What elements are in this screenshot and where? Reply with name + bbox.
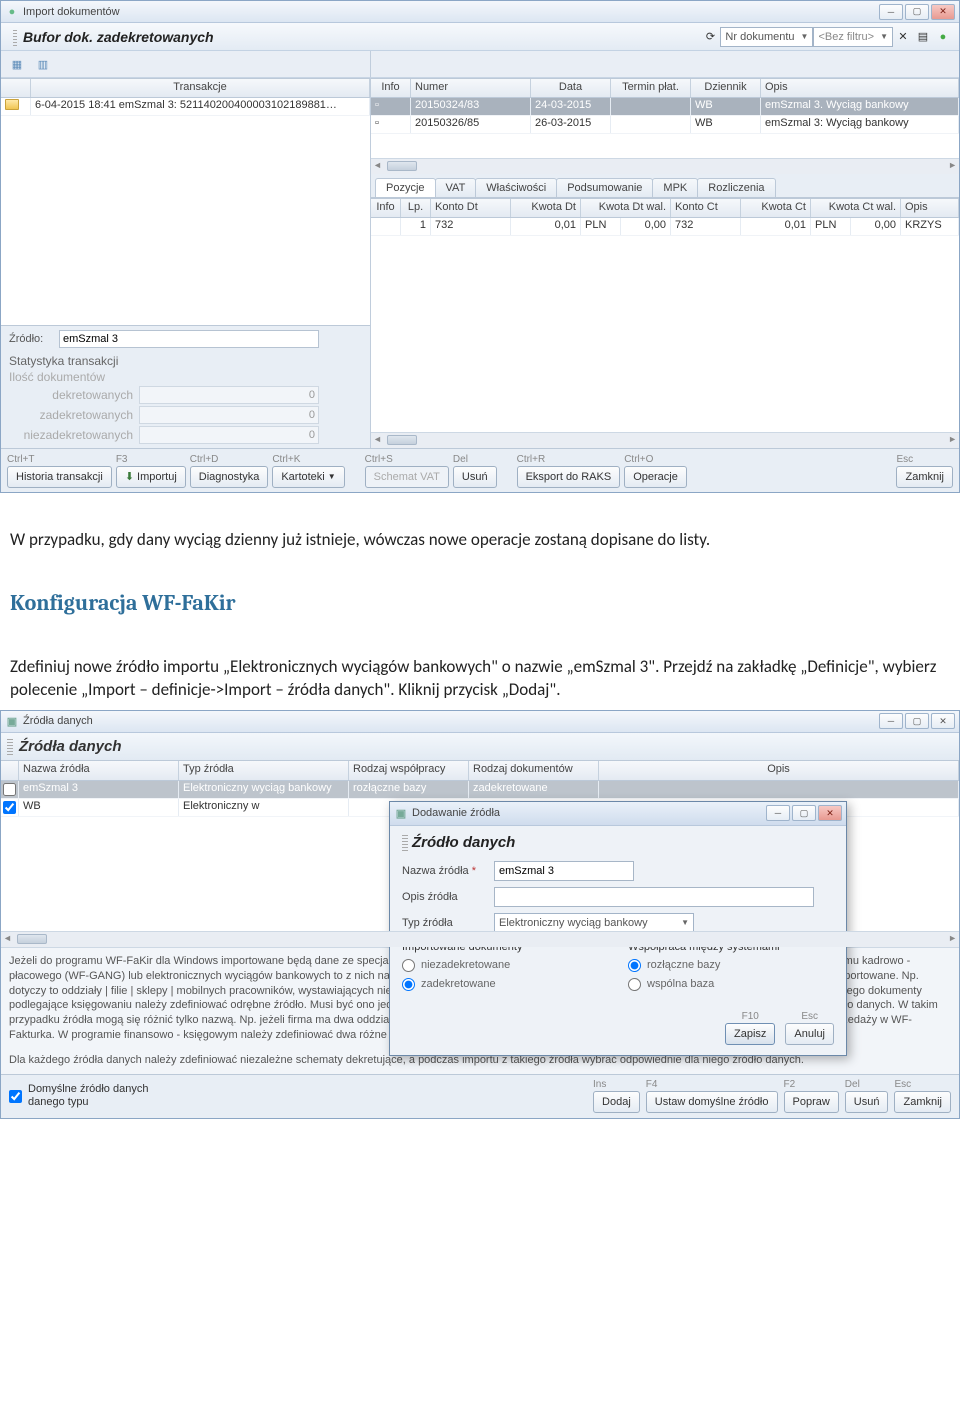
popraw-button[interactable]: Popraw — [784, 1091, 839, 1113]
source-label: Źródło: — [9, 333, 59, 345]
window1-footer: Ctrl+THistoria transakcji F3⬇Importuj Ct… — [1, 448, 959, 492]
transaction-row[interactable]: 6-04-2015 18:41 emSzmal 3: 5211402004000… — [1, 98, 370, 116]
stat-decreted-input — [139, 386, 319, 404]
usun-button[interactable]: Usuń — [453, 466, 497, 488]
refresh-icon[interactable]: ⟳ — [701, 28, 719, 46]
document-row[interactable]: ▫ 20150324/83 24-03-2015 WB emSzmal 3. W… — [371, 98, 959, 116]
panel-title: Bufor dok. zadekretowanych — [23, 29, 214, 45]
eksport-raks-button[interactable]: Eksport do RAKS — [517, 466, 621, 488]
dialog-title: Dodawanie źródła — [412, 807, 500, 819]
paragraph-1: W przypadku, gdy dany wyciąg dzienny już… — [0, 513, 960, 560]
source-name-input[interactable] — [494, 861, 634, 881]
transactions-header[interactable]: Transakcje — [31, 79, 370, 97]
source-checkbox[interactable] — [3, 783, 16, 796]
cooperation-group: Współpraca między systemami rozłączne ba… — [628, 941, 834, 997]
source-stats-panel: Źródło: Statystyka transakcji Ilość doku… — [1, 325, 370, 448]
tab-podsumowanie[interactable]: Podsumowanie — [556, 178, 653, 197]
maximize-button[interactable]: ▢ — [905, 713, 929, 729]
window2-title: Źródła danych — [23, 715, 93, 727]
ustaw-button[interactable]: Ustaw domyślne źródło — [646, 1091, 778, 1113]
source-input[interactable] — [59, 330, 319, 348]
dialog-close-button[interactable]: ✕ — [818, 805, 842, 821]
minimize-button[interactable]: ─ — [879, 4, 903, 20]
stats-subtitle: Ilość dokumentów — [9, 370, 362, 384]
filter-value-combo[interactable]: <Bez filtru>▼ — [813, 27, 893, 47]
default-source-label: Domyślne źródło danych danego typu — [28, 1083, 188, 1109]
stats-title: Statystyka transakcji — [9, 354, 362, 368]
importuj-button[interactable]: ⬇Importuj — [116, 466, 186, 488]
panel2-title: Źródła danych — [19, 738, 122, 755]
sources-hscroll[interactable] — [1, 931, 959, 947]
panel2-header: Źródła danych — [1, 733, 959, 761]
panel-header: Bufor dok. zadekretowanych ⟳ Nr dokument… — [1, 23, 959, 51]
schemat-vat-button: Schemat VAT — [365, 466, 449, 488]
detail-hscroll[interactable] — [371, 432, 959, 448]
left-iconbar: ▦ ▥ — [1, 51, 371, 78]
source-checkbox[interactable] — [3, 801, 16, 814]
dialog-icon: ▣ — [394, 806, 408, 820]
source-desc-input[interactable] — [494, 887, 814, 907]
dialog-minimize-button[interactable]: ─ — [766, 805, 790, 821]
sources-grid-body: emSzmal 3 Elektroniczny wyciąg bankowy r… — [1, 781, 959, 931]
dialog-heading: Źródło danych — [412, 834, 515, 851]
right-iconbar — [371, 51, 959, 78]
dialog-titlebar[interactable]: ▣ Dodawanie źródła ─ ▢ ✕ — [390, 802, 846, 826]
app-icon: ● — [5, 5, 19, 19]
window2-footer: Domyślne źródło danych danego typu InsDo… — [1, 1074, 959, 1118]
niezadekretowane-radio[interactable] — [402, 959, 415, 972]
tab-wlasciwosci[interactable]: Właściwości — [475, 178, 557, 197]
tree-collapse-icon[interactable]: ▥ — [34, 55, 52, 73]
rozlaczne-radio[interactable] — [628, 959, 641, 972]
transactions-pane: Transakcje 6-04-2015 18:41 emSzmal 3: 52… — [1, 78, 371, 448]
tab-mpk[interactable]: MPK — [652, 178, 698, 197]
detail-tabs: Pozycje VAT Właściwości Podsumowanie MPK… — [371, 174, 959, 198]
import-documents-window: ● Import dokumentów ─ ▢ ✕ Bufor dok. zad… — [0, 0, 960, 493]
window-title: Import dokumentów — [23, 6, 120, 18]
dialog-maximize-button[interactable]: ▢ — [792, 805, 816, 821]
doc-icon: ▫ — [375, 99, 379, 111]
detail-row[interactable]: 1 732 0,01 PLN 0,00 732 0,01 PLN 0,00 KR… — [371, 218, 959, 236]
clear-filter-icon[interactable]: ✕ — [894, 28, 912, 46]
wspolna-radio[interactable] — [628, 978, 641, 991]
document-row[interactable]: ▫ 20150326/85 26-03-2015 WB emSzmal 3: W… — [371, 116, 959, 134]
kartoteki-button[interactable]: Kartoteki ▼ — [272, 466, 344, 488]
zamknij2-button[interactable]: Zamknij — [894, 1091, 951, 1113]
minimize-button[interactable]: ─ — [879, 713, 903, 729]
historia-button[interactable]: Historia transakcji — [7, 466, 112, 488]
zapisz-button[interactable]: Zapisz — [725, 1023, 775, 1045]
folder-icon — [5, 99, 19, 110]
grid-hscroll[interactable] — [371, 158, 959, 174]
tab-pozycje[interactable]: Pozycje — [375, 178, 436, 197]
add-source-dialog: ▣ Dodawanie źródła ─ ▢ ✕ Źródło danych N… — [389, 801, 847, 1056]
operacje-button[interactable]: Operacje — [624, 466, 687, 488]
app-icon: ▣ — [5, 714, 19, 728]
source-row[interactable]: emSzmal 3 Elektroniczny wyciąg bankowy r… — [1, 781, 959, 799]
close-button[interactable]: ✕ — [931, 713, 955, 729]
zadekretowane-radio[interactable] — [402, 978, 415, 991]
doc-icon: ▫ — [375, 117, 379, 129]
window-titlebar[interactable]: ● Import dokumentów ─ ▢ ✕ — [1, 1, 959, 23]
tree-expand-icon[interactable]: ▦ — [8, 55, 26, 73]
imported-docs-group: Importowane dokumenty niezadekretowane z… — [402, 941, 608, 997]
stat-niezadekret-input — [139, 426, 319, 444]
tab-rozliczenia[interactable]: Rozliczenia — [697, 178, 775, 197]
data-sources-window: ▣ Źródła danych ─ ▢ ✕ Źródła danych Nazw… — [0, 710, 960, 1119]
close-button[interactable]: ✕ — [931, 4, 955, 20]
columns-icon[interactable]: ▤ — [914, 28, 932, 46]
apply-icon[interactable]: ● — [934, 28, 952, 46]
diagnostyka-button[interactable]: Diagnostyka — [190, 466, 269, 488]
dodaj-button[interactable]: Dodaj — [593, 1091, 640, 1113]
tab-vat[interactable]: VAT — [435, 178, 477, 197]
maximize-button[interactable]: ▢ — [905, 4, 929, 20]
filter-field-combo[interactable]: Nr dokumentu▼ — [720, 27, 813, 47]
documents-pane: Info Numer Data Termin płat. Dziennik Op… — [371, 78, 959, 448]
stat-zadekret-input — [139, 406, 319, 424]
section-heading: Konfiguracja WF-FaKir — [0, 560, 960, 640]
window2-titlebar[interactable]: ▣ Źródła danych ─ ▢ ✕ — [1, 711, 959, 733]
paragraph-2: Zdefiniuj nowe źródło importu „Elektroni… — [0, 640, 960, 710]
anuluj-button[interactable]: Anuluj — [785, 1023, 834, 1045]
default-source-checkbox[interactable] — [9, 1090, 22, 1103]
usun2-button[interactable]: Usuń — [845, 1091, 889, 1113]
zamknij-button[interactable]: Zamknij — [896, 466, 953, 488]
